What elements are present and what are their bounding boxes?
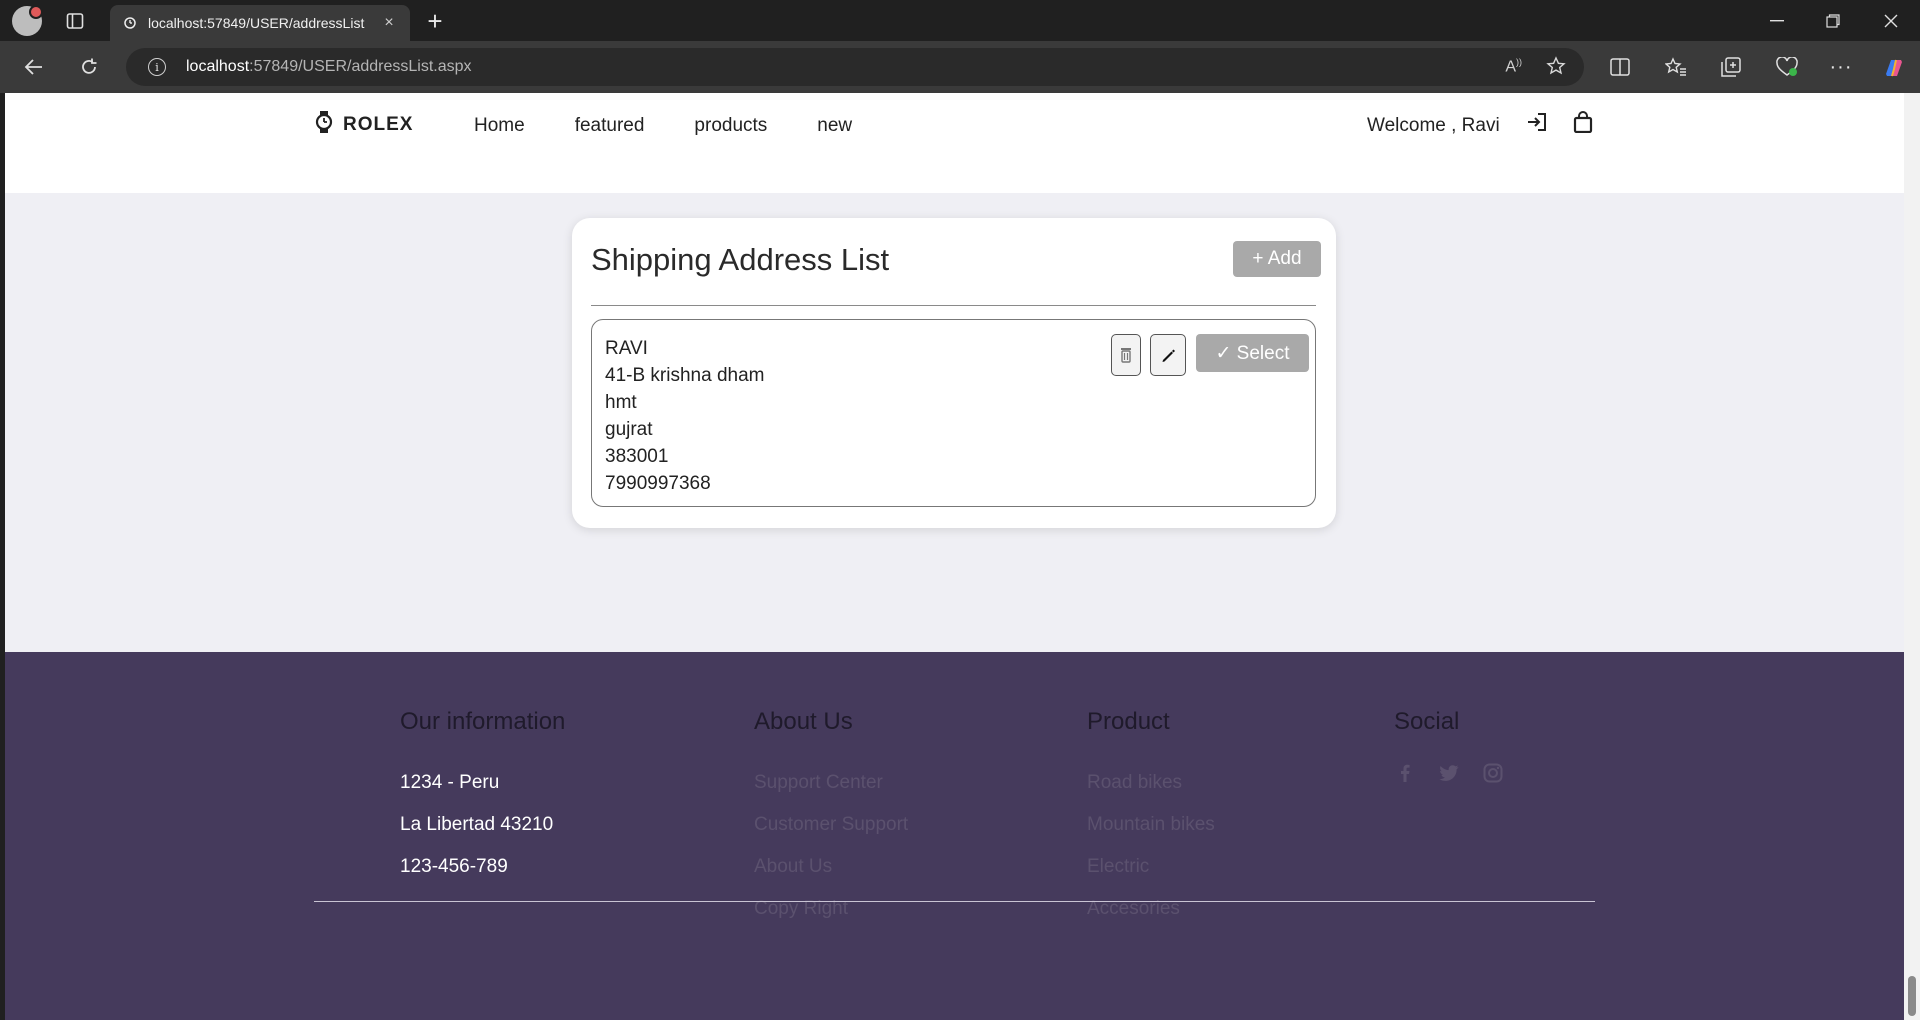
delete-address-button[interactable] (1111, 334, 1141, 376)
footer-social-heading: Social (1394, 708, 1460, 735)
page-viewport: ROLEX Home featured products new Welcome… (5, 93, 1904, 1020)
tab-title: localhost:57849/USER/addressList (148, 15, 365, 31)
twitter-icon[interactable] (1438, 762, 1460, 784)
restore-icon[interactable] (1818, 10, 1848, 32)
footer-about-heading: About Us (754, 708, 853, 735)
nav-new[interactable]: new (817, 115, 852, 137)
footer-link-copy-right[interactable]: Copy Right (754, 888, 908, 930)
footer-about-column: About Us Support Center Customer Support… (754, 708, 908, 930)
browser-toolbar: i localhost:57849/USER/addressList.aspx … (0, 41, 1920, 93)
footer-divider (314, 901, 1595, 902)
facebook-icon[interactable] (1394, 762, 1416, 784)
address-details: RAVI 41-B krishna dham hmt gujrat 383001… (605, 335, 764, 497)
select-address-button[interactable]: ✓ Select (1196, 334, 1309, 372)
logo-text: ROLEX (343, 114, 414, 135)
social-icons (1394, 762, 1504, 784)
nav-home[interactable]: Home (474, 115, 525, 137)
trash-icon (1121, 348, 1131, 363)
favorites-icon[interactable] (1663, 54, 1689, 80)
footer-social-column: Social (1394, 708, 1504, 784)
nav-products[interactable]: products (694, 115, 767, 137)
footer-info-address: 1234 - Peru (400, 772, 500, 793)
split-screen-icon[interactable] (1607, 54, 1633, 80)
logout-icon[interactable] (1524, 109, 1550, 135)
footer-link-road-bikes[interactable]: Road bikes (1087, 762, 1215, 804)
footer-link-mountain-bikes[interactable]: Mountain bikes (1087, 804, 1215, 846)
address-phone: 7990997368 (605, 473, 711, 494)
url-host: localhost (186, 58, 250, 75)
address-state: gujrat (605, 419, 653, 440)
scrollbar-thumb[interactable] (1908, 976, 1916, 1016)
tab-close-icon[interactable]: × (380, 14, 398, 32)
nav-featured[interactable]: featured (575, 115, 645, 137)
profile-avatar[interactable] (12, 5, 43, 36)
site-header: ROLEX Home featured products new Welcome… (5, 93, 1904, 193)
site-info-icon[interactable]: i (148, 58, 166, 76)
card-divider (591, 305, 1316, 306)
favorite-star-icon[interactable] (1546, 56, 1566, 81)
page-scrollbar[interactable] (1904, 93, 1920, 1020)
shopping-bag-icon[interactable] (1570, 109, 1596, 135)
add-address-button[interactable]: + Add (1233, 241, 1321, 277)
address-pincode: 383001 (605, 446, 669, 467)
instagram-icon[interactable] (1482, 762, 1504, 784)
address-line1: 41-B krishna dham (605, 365, 765, 386)
footer-info-region: La Libertad 43210 (400, 814, 554, 835)
footer-link-accesories[interactable]: Accesories (1087, 888, 1215, 930)
footer-info-heading: Our information (400, 708, 566, 735)
browser-tab-bar: localhost:57849/USER/addressList × + (0, 0, 1920, 41)
browser-essentials-icon[interactable] (1774, 54, 1800, 80)
footer-link-about-us[interactable]: About Us (754, 846, 908, 888)
refresh-icon[interactable] (75, 53, 103, 81)
copilot-icon[interactable] (1880, 54, 1908, 82)
read-aloud-icon[interactable]: A)) (1505, 57, 1522, 76)
main-nav: Home featured products new (474, 115, 902, 137)
new-tab-icon[interactable]: + (420, 6, 450, 36)
site-footer: Our information 1234 - Peru La Libertad … (5, 652, 1904, 1020)
address-name: RAVI (605, 338, 648, 359)
footer-link-electric[interactable]: Electric (1087, 846, 1215, 888)
footer-product-column: Product Road bikes Mountain bikes Electr… (1087, 708, 1215, 930)
back-icon[interactable] (20, 53, 48, 81)
footer-link-support-center[interactable]: Support Center (754, 762, 908, 804)
footer-info-phone: 123-456-789 (400, 856, 508, 877)
footer-info-column: Our information 1234 - Peru La Libertad … (400, 708, 565, 888)
tab-actions-icon[interactable] (64, 10, 86, 32)
shipping-address-card: Shipping Address List + Add RAVI 41-B kr… (572, 218, 1336, 528)
address-bar[interactable]: i localhost:57849/USER/addressList.aspx … (126, 48, 1584, 86)
address-city: hmt (605, 392, 637, 413)
address-item: RAVI 41-B krishna dham hmt gujrat 383001… (591, 319, 1316, 507)
brand-logo[interactable]: ROLEX (315, 111, 413, 139)
footer-link-customer-support[interactable]: Customer Support (754, 804, 908, 846)
more-options-icon[interactable]: ··· (1828, 54, 1854, 80)
pencil-icon (1162, 349, 1175, 362)
close-window-icon[interactable] (1876, 10, 1906, 32)
page-favicon-icon (122, 15, 138, 31)
url-path: :57849/USER/addressList.aspx (249, 58, 472, 75)
edit-address-button[interactable] (1150, 334, 1186, 376)
page-title: Shipping Address List (591, 242, 890, 277)
watch-icon (315, 111, 333, 139)
welcome-text: Welcome , Ravi (1367, 115, 1500, 136)
footer-product-heading: Product (1087, 708, 1170, 735)
minimize-icon[interactable] (1762, 10, 1792, 32)
browser-tab-active[interactable]: localhost:57849/USER/addressList × (110, 5, 410, 41)
collections-icon[interactable] (1718, 54, 1744, 80)
